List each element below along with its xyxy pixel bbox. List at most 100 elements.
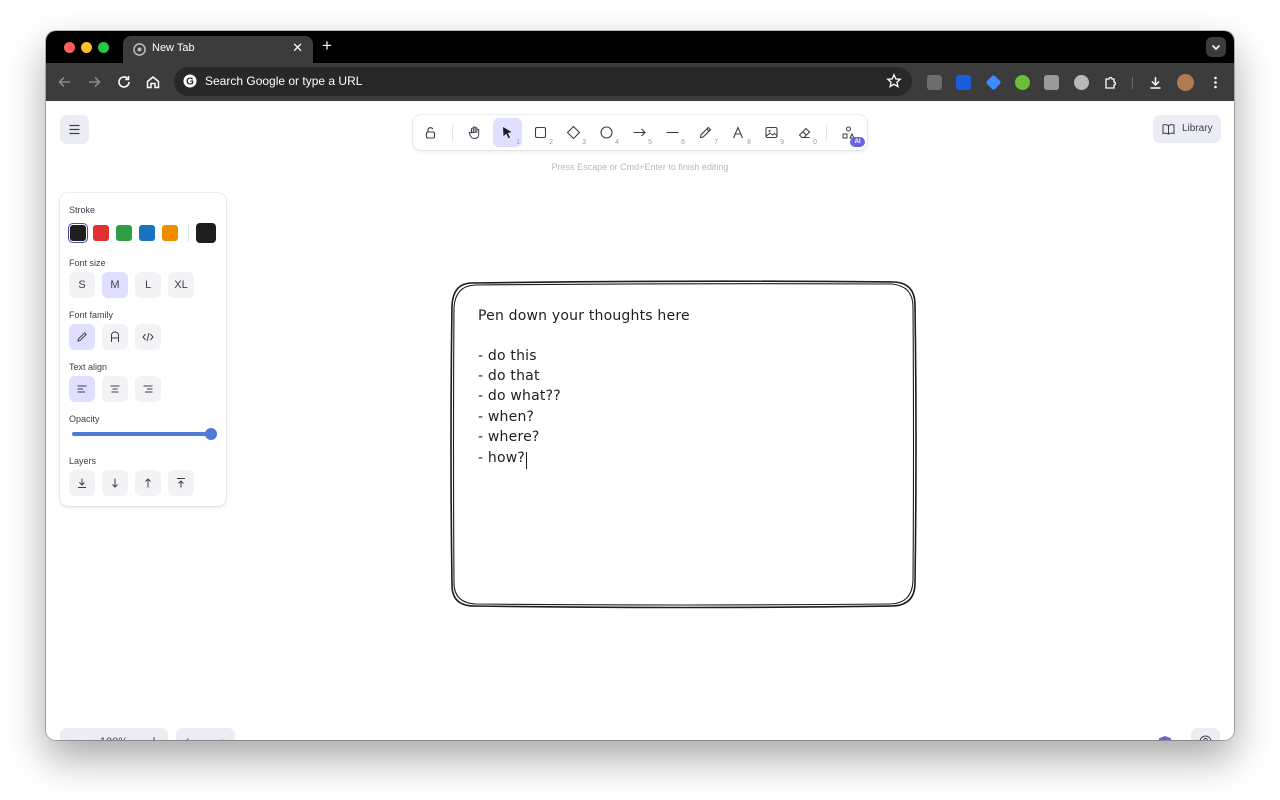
text-align-right[interactable] — [135, 376, 161, 402]
tool-key: 4 — [615, 139, 619, 146]
reload-icon[interactable] — [115, 73, 133, 91]
gem-extension-icon[interactable] — [985, 74, 1002, 91]
minimize-window-button[interactable] — [81, 42, 92, 53]
tool-eraser[interactable]: 0 — [790, 118, 819, 147]
profile-avatar[interactable] — [1177, 74, 1194, 91]
bitwarden-extension-icon[interactable] — [956, 75, 971, 90]
stroke-color-red[interactable] — [93, 225, 109, 241]
back-icon[interactable] — [56, 73, 74, 91]
send-backward-button[interactable] — [102, 470, 128, 496]
bookmark-star-icon[interactable] — [886, 73, 902, 89]
undo-icon[interactable] — [184, 735, 198, 740]
note-line[interactable]: - do that — [478, 368, 540, 384]
tool-draw[interactable]: 7 — [691, 118, 720, 147]
close-window-button[interactable] — [64, 42, 75, 53]
font-family-hand-drawn[interactable] — [69, 324, 95, 350]
note-line[interactable]: - where? — [478, 429, 540, 445]
tool-ellipse[interactable]: 4 — [592, 118, 621, 147]
font-size-xl-label: XL — [174, 279, 188, 291]
line-icon — [666, 131, 679, 134]
bring-forward-button[interactable] — [135, 470, 161, 496]
library-button[interactable]: Library — [1153, 115, 1221, 143]
note-line[interactable]: - when? — [478, 409, 534, 425]
opacity-label: Opacity — [69, 414, 100, 424]
tab-strip: New Tab ✕ + — [46, 31, 1234, 63]
zoom-reset-button[interactable]: 100% — [88, 728, 140, 740]
tool-rectangle[interactable]: 2 — [526, 118, 555, 147]
tool-hand[interactable] — [460, 118, 489, 147]
tool-key: 5 — [648, 139, 652, 146]
cloud-extension-icon[interactable] — [1074, 75, 1089, 90]
swatch-divider — [188, 224, 189, 242]
hand-icon — [468, 126, 480, 140]
stroke-color-black[interactable] — [70, 225, 86, 241]
ai-badge: AI — [850, 137, 865, 147]
text-align-center[interactable] — [102, 376, 128, 402]
align-right-icon — [143, 385, 153, 393]
eraser-icon — [798, 127, 811, 139]
redo-icon[interactable] — [212, 735, 226, 740]
lock-icon — [425, 127, 436, 139]
help-button[interactable] — [1191, 728, 1220, 740]
pencil-icon — [77, 332, 87, 342]
chrome-favicon-icon — [133, 43, 146, 56]
more-menu-icon[interactable] — [1208, 75, 1223, 90]
k-extension-icon[interactable] — [1044, 75, 1059, 90]
main-menu-button[interactable] — [60, 115, 89, 144]
ublock-extension-icon[interactable] — [927, 75, 942, 90]
hamburger-icon — [69, 124, 80, 135]
note-title[interactable]: Pen down your thoughts here — [478, 308, 690, 324]
download-icon[interactable] — [1148, 75, 1163, 90]
tool-key: 9 — [780, 139, 784, 146]
zoom-in-button[interactable]: + — [140, 728, 168, 740]
font-size-s[interactable]: S — [69, 272, 95, 298]
tab-search-button[interactable] — [1206, 37, 1226, 57]
stroke-label: Stroke — [69, 205, 96, 215]
address-bar[interactable]: G Search Google or type a URL — [174, 67, 912, 96]
text-align-left[interactable] — [69, 376, 95, 402]
send-to-back-button[interactable] — [69, 470, 95, 496]
font-family-code[interactable] — [135, 324, 161, 350]
tool-image[interactable]: 9 — [757, 118, 786, 147]
stroke-color-blue[interactable] — [139, 225, 155, 241]
code-icon — [142, 332, 154, 342]
forward-icon[interactable] — [85, 73, 103, 91]
pointer-icon — [503, 127, 512, 139]
zoom-out-button[interactable]: − — [60, 728, 88, 740]
note-line[interactable]: - do this — [478, 348, 537, 364]
layers-label: Layers — [69, 456, 97, 466]
maximize-window-button[interactable] — [98, 42, 109, 53]
opacity-slider-track[interactable] — [72, 432, 214, 436]
green-plus-extension-icon[interactable] — [1015, 75, 1030, 90]
note-line[interactable]: - how? — [478, 450, 525, 466]
letter-a-icon — [111, 331, 119, 342]
tool-diamond[interactable]: 3 — [559, 118, 588, 147]
note-line[interactable]: - do what?? — [478, 388, 561, 404]
opacity-slider-thumb[interactable] — [205, 428, 217, 440]
bring-to-front-button[interactable] — [168, 470, 194, 496]
tool-lock[interactable] — [416, 118, 445, 147]
current-stroke-color[interactable] — [196, 223, 216, 243]
font-size-m[interactable]: M — [102, 272, 128, 298]
stroke-color-orange[interactable] — [162, 225, 178, 241]
help-icon — [1199, 735, 1212, 740]
excalidraw-canvas[interactable]: Library 1 2 3 4 5 6 7 8 9 0 AI Press Esc… — [46, 101, 1234, 740]
browser-tab[interactable]: New Tab ✕ — [123, 36, 313, 63]
font-size-xl[interactable]: XL — [168, 272, 194, 298]
font-family-label: Font family — [69, 310, 114, 320]
tool-line[interactable]: 6 — [658, 118, 687, 147]
tool-text[interactable]: 8 — [724, 118, 753, 147]
extensions-puzzle-icon[interactable] — [1103, 75, 1118, 90]
sketch-rectangle[interactable] — [448, 279, 920, 611]
tool-key: 1 — [516, 139, 520, 146]
new-tab-button[interactable]: + — [322, 37, 332, 55]
stroke-color-green[interactable] — [116, 225, 132, 241]
home-icon[interactable] — [144, 73, 162, 91]
tool-selection[interactable]: 1 — [493, 118, 522, 147]
tab-close-icon[interactable]: ✕ — [292, 41, 303, 55]
undo-redo-controls — [176, 728, 235, 740]
font-family-normal[interactable] — [102, 324, 128, 350]
tool-arrow[interactable]: 5 — [625, 118, 654, 147]
shield-icon[interactable] — [1158, 735, 1172, 740]
font-size-l[interactable]: L — [135, 272, 161, 298]
